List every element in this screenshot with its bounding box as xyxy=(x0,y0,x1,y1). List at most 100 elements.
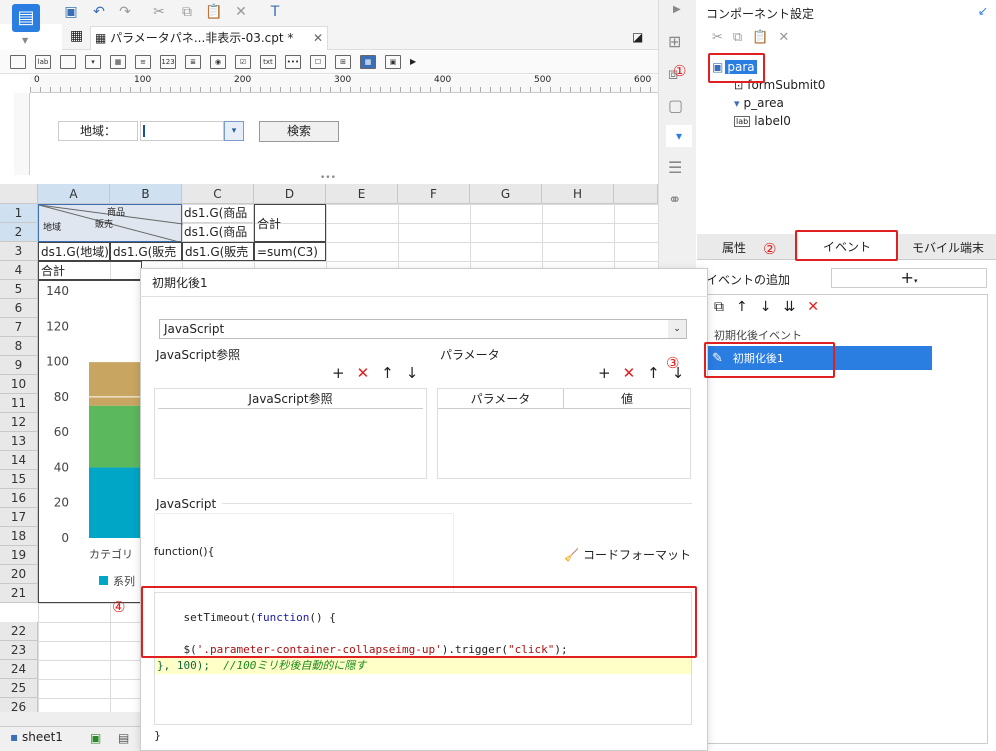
row-header[interactable]: 15 xyxy=(0,470,38,489)
textarea-widget-icon[interactable]: ≣ xyxy=(185,54,201,69)
paste-icon[interactable]: 📋 xyxy=(752,30,768,45)
search-button[interactable]: 検索 xyxy=(259,121,339,142)
cell-b3[interactable]: ds1.G(販売 xyxy=(110,242,182,261)
move-down-icon[interactable]: ↓ xyxy=(760,299,772,315)
col-header-d[interactable]: D xyxy=(254,184,326,204)
text-format-icon[interactable]: T xyxy=(266,3,284,21)
row-header[interactable]: 18 xyxy=(0,527,38,546)
grid-icon[interactable]: ▦ xyxy=(70,28,83,44)
lab-widget-icon[interactable]: lab xyxy=(35,54,51,69)
col-header-i[interactable] xyxy=(614,184,658,204)
tree-item-parea[interactable]: ▾ p_area xyxy=(734,96,784,110)
hyperlink-icon[interactable]: ⚭ xyxy=(668,190,681,209)
cell-d3[interactable]: =sum(C3) xyxy=(254,242,326,261)
condition-icon[interactable]: ☰ xyxy=(668,158,682,177)
col-header-c[interactable]: C xyxy=(182,184,254,204)
row-header[interactable]: 16 xyxy=(0,489,38,508)
add-sheet-icon[interactable]: ▣ xyxy=(90,731,101,745)
add-icon[interactable]: + xyxy=(598,364,611,382)
calendar-widget-icon[interactable]: ▦ xyxy=(360,54,376,69)
sheet-tab[interactable]: ▪ sheet1 xyxy=(10,730,63,744)
row-header[interactable]: 6 xyxy=(0,299,38,318)
cell-c2[interactable]: ds1.G(商品 xyxy=(182,223,254,242)
cell-a3[interactable]: ds1.G(地域) xyxy=(38,242,110,261)
area-combo[interactable] xyxy=(140,121,224,141)
paint-format-icon[interactable]: ◪ xyxy=(632,30,643,44)
row-header[interactable]: 9 xyxy=(0,356,38,375)
row-header[interactable]: 21 xyxy=(0,584,38,603)
row-header[interactable]: 3 xyxy=(0,242,38,261)
list-widget-icon[interactable]: ≡ xyxy=(135,54,151,69)
row-header[interactable]: 1 xyxy=(0,204,38,223)
row-header[interactable]: 13 xyxy=(0,432,38,451)
save-icon[interactable]: ▣ xyxy=(62,3,80,21)
row-header[interactable]: 7 xyxy=(0,318,38,337)
horizontal-scrollbar[interactable] xyxy=(0,712,140,726)
row-header[interactable]: 19 xyxy=(0,546,38,565)
widget-panel-icon[interactable]: ▾ xyxy=(666,125,692,147)
frame-widget-icon[interactable]: ▣ xyxy=(385,54,401,69)
move-up-icon[interactable]: ↑ xyxy=(736,299,748,315)
document-tab[interactable]: ▦ パラメータパネ...非表示-03.cpt * ✕ xyxy=(90,26,328,50)
col-header-h[interactable]: H xyxy=(542,184,614,204)
area-combo-dropdown[interactable]: ▾ xyxy=(224,121,244,141)
row-header[interactable]: 25 xyxy=(0,679,38,698)
move-bottom-icon[interactable]: ⇊ xyxy=(783,299,795,315)
splitter-handle[interactable]: ••• xyxy=(320,173,336,183)
row-header[interactable]: 20 xyxy=(0,565,38,584)
undo-icon[interactable]: ↶ xyxy=(90,3,108,21)
row-header[interactable]: 14 xyxy=(0,451,38,470)
copy-icon[interactable]: ⧉ xyxy=(714,299,724,315)
pin-icon[interactable]: ↙ xyxy=(978,4,988,18)
row-header[interactable]: 23 xyxy=(0,641,38,660)
delete-icon[interactable]: ✕ xyxy=(232,3,250,21)
language-select[interactable]: JavaScript ⌄ xyxy=(159,319,687,339)
row-header[interactable]: 10 xyxy=(0,375,38,394)
corner-header[interactable] xyxy=(0,184,38,204)
row-header[interactable]: 24 xyxy=(0,660,38,679)
add-icon[interactable]: + xyxy=(332,364,345,382)
move-up-icon[interactable]: ↑ xyxy=(647,364,660,382)
param-table[interactable]: パラメータ 値 xyxy=(437,388,691,479)
checkbox-widget-icon[interactable]: ☑ xyxy=(235,54,251,69)
row-header[interactable]: 17 xyxy=(0,508,38,527)
cell-c3[interactable]: ds1.G(販売 xyxy=(182,242,254,261)
row-header[interactable]: 22 xyxy=(0,622,38,641)
collapse-arrow-icon[interactable]: ▶ xyxy=(673,4,681,15)
chevron-down-icon[interactable]: ▼ xyxy=(22,36,28,45)
row-header[interactable]: 2 xyxy=(0,223,38,242)
delete-icon[interactable]: ✕ xyxy=(807,299,819,315)
add-report-icon[interactable]: ▤ xyxy=(118,731,129,745)
date-widget-icon[interactable]: ▦ xyxy=(110,54,126,69)
cell-d1[interactable]: 合計 xyxy=(254,204,326,242)
cell-c1[interactable]: ds1.G(商品 xyxy=(182,204,254,223)
frame-icon[interactable]: ▢ xyxy=(668,96,683,115)
move-up-icon[interactable]: ↑ xyxy=(381,364,394,382)
tree-widget-icon[interactable]: ⊞ xyxy=(335,54,351,69)
copy-icon[interactable]: ⧉ xyxy=(733,30,742,45)
code-format-button[interactable]: 🧹 コードフォーマット xyxy=(564,546,691,563)
col-header-b[interactable]: B xyxy=(110,184,182,204)
add-event-button[interactable]: +▾ xyxy=(831,268,987,288)
label-widget-icon[interactable] xyxy=(10,54,26,69)
delete-icon[interactable]: ✕ xyxy=(623,364,636,382)
copy-icon[interactable]: ⧉ xyxy=(178,3,196,21)
delete-icon[interactable]: ✕ xyxy=(778,30,789,45)
number-widget-icon[interactable]: 123 xyxy=(160,54,176,69)
row-header[interactable]: 5 xyxy=(0,280,38,299)
js-ref-table[interactable]: JavaScript参照 xyxy=(154,388,427,479)
col-header-e[interactable]: E xyxy=(326,184,398,204)
radio-widget-icon[interactable]: ◉ xyxy=(210,54,226,69)
row-header[interactable]: 4 xyxy=(0,261,38,280)
cut-icon[interactable]: ✂ xyxy=(712,30,723,45)
checkbox-group-widget-icon[interactable]: ☐ xyxy=(310,54,326,69)
col-header-a[interactable]: A xyxy=(38,184,110,204)
row-header[interactable]: 8 xyxy=(0,337,38,356)
delete-icon[interactable]: ✕ xyxy=(357,364,370,382)
cut-icon[interactable]: ✂ xyxy=(150,3,168,21)
more-arrow-icon[interactable]: ▶ xyxy=(410,57,416,66)
tree-item-label0[interactable]: lab label0 xyxy=(734,114,791,128)
col-header-g[interactable]: G xyxy=(470,184,542,204)
txt-widget-icon[interactable]: txt xyxy=(260,54,276,69)
slash-header-cell[interactable]: 商品 販売 地域 xyxy=(38,204,183,243)
